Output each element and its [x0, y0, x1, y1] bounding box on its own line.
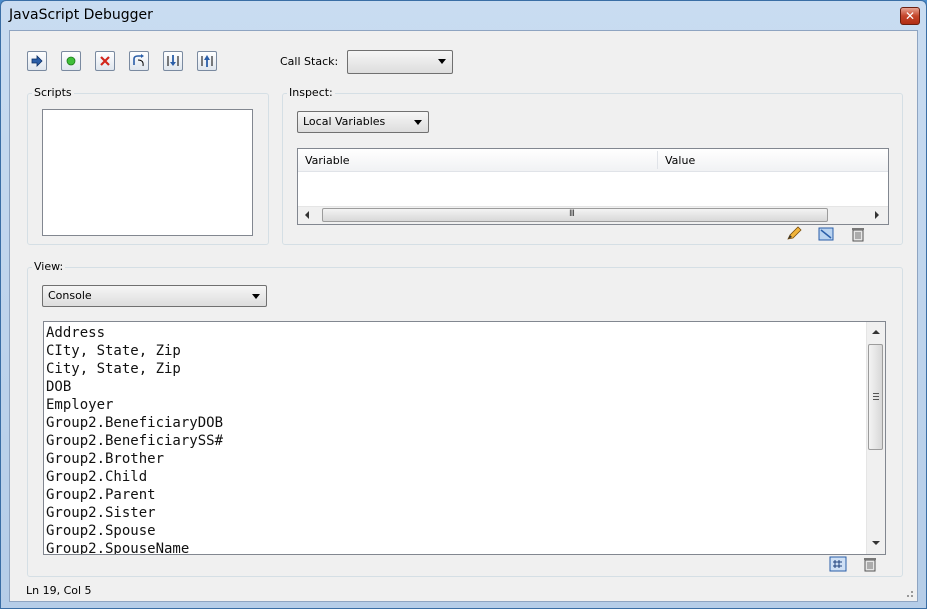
horizontal-scrollbar[interactable]: III: [298, 206, 888, 224]
status-position: Ln 19, Col 5: [26, 584, 92, 597]
scripts-group: Scripts: [27, 86, 269, 245]
debugger-window: JavaScript Debugger ✕ Call Stack: Script…: [0, 0, 927, 609]
step-over-icon: [133, 54, 144, 67]
stop-icon: [100, 56, 110, 66]
title-bar[interactable]: JavaScript Debugger ✕: [1, 1, 926, 31]
edit-icon[interactable]: [785, 226, 803, 242]
scroll-up-icon[interactable]: [872, 329, 880, 335]
console-line: Group2.BeneficiaryDOB: [46, 415, 224, 431]
step-out-button[interactable]: [197, 51, 217, 71]
call-stack-label: Call Stack:: [280, 55, 339, 68]
console-line: Employer: [46, 397, 114, 413]
chevron-down-icon: [252, 294, 260, 299]
scroll-grip-line: [873, 396, 879, 397]
view-title: View:: [32, 260, 66, 273]
scroll-grip-line: [873, 399, 879, 400]
console-line: Group2.Sister: [46, 505, 156, 521]
step-into-icon: [167, 55, 179, 66]
scroll-grip: III: [569, 209, 575, 219]
view-dropdown-value: Console: [48, 289, 92, 302]
console-line: Group2.BeneficiarySS#: [46, 433, 224, 449]
console-output[interactable]: Address CIty, State, Zip City, State, Zip D…: [43, 321, 886, 555]
delete-icon[interactable]: [849, 226, 867, 242]
inspect-group: Inspect: Local Variables Variable Value …: [282, 86, 903, 245]
resize-grip-icon[interactable]: [904, 588, 914, 598]
stop-button[interactable]: [95, 51, 115, 71]
inspect-title: Inspect:: [287, 86, 335, 99]
console-line: Group2.Child: [46, 469, 148, 485]
step-button[interactable]: [27, 51, 47, 71]
console-line: City, State, Zip: [46, 361, 181, 377]
console-line: DOB: [46, 379, 72, 395]
step-over-button[interactable]: [129, 51, 149, 71]
chevron-down-icon: [414, 120, 422, 125]
vertical-scrollbar[interactable]: [866, 322, 885, 554]
scroll-left-icon[interactable]: [304, 211, 310, 219]
step-out-icon: [201, 55, 213, 67]
scripts-list[interactable]: [42, 109, 253, 236]
run-icon: [66, 56, 76, 66]
scroll-right-icon[interactable]: [874, 211, 880, 219]
clear-icon[interactable]: [861, 556, 879, 572]
scroll-grip-line: [873, 393, 879, 394]
console-line: CIty, State, Zip: [46, 343, 181, 359]
horizontal-scroll-thumb[interactable]: III: [322, 208, 828, 222]
step-arrow-icon: [31, 55, 43, 67]
chevron-down-icon: [438, 59, 446, 64]
close-button[interactable]: ✕: [900, 7, 920, 25]
console-line: Group2.Brother: [46, 451, 165, 467]
console-lines: Address CIty, State, Zip City, State, Zip D…: [46, 324, 224, 555]
client-area: Call Stack: Scripts Inspect: Local Varia…: [9, 30, 918, 602]
console-line: Address: [46, 325, 106, 341]
view-dropdown[interactable]: Console: [42, 285, 267, 307]
column-variable[interactable]: Variable: [305, 154, 350, 167]
evaluate-icon[interactable]: [829, 556, 847, 572]
inspect-dropdown[interactable]: Local Variables: [297, 111, 429, 133]
console-line: Group2.Parent: [46, 487, 156, 503]
step-into-button[interactable]: [163, 51, 183, 71]
watch-icon[interactable]: [817, 226, 835, 242]
grid-header: Variable Value: [298, 149, 888, 172]
console-line: Group2.Spouse: [46, 523, 156, 539]
run-button[interactable]: [61, 51, 81, 71]
window-title: JavaScript Debugger: [9, 7, 153, 23]
vertical-scroll-thumb[interactable]: [868, 344, 883, 450]
inspect-dropdown-value: Local Variables: [303, 115, 386, 128]
column-separator[interactable]: [657, 151, 658, 169]
scroll-down-icon[interactable]: [872, 540, 880, 546]
column-value[interactable]: Value: [665, 154, 695, 167]
scripts-title: Scripts: [32, 86, 74, 99]
console-line: Group2.SpouseName: [46, 541, 190, 555]
call-stack-dropdown[interactable]: [347, 50, 453, 74]
variables-grid[interactable]: Variable Value III: [297, 148, 889, 225]
